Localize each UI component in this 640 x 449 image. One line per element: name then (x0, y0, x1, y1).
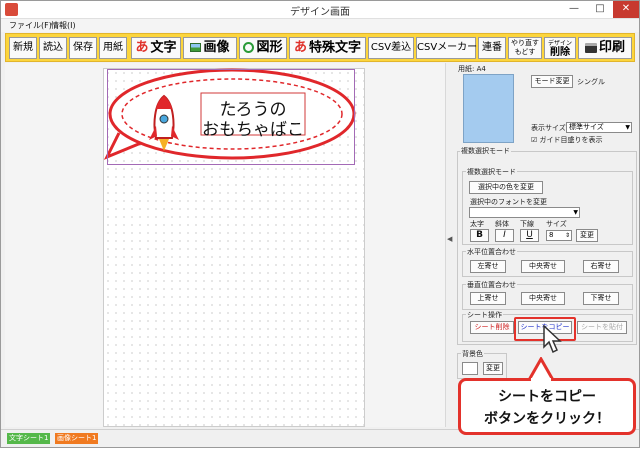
underline-button[interactable]: U (520, 229, 539, 242)
align-left-button[interactable]: 左寄せ (470, 260, 506, 273)
selection-frame (107, 69, 355, 165)
font-size-stepper[interactable]: 8 ⇕ (546, 230, 572, 241)
align-top-button[interactable]: 上寄せ (470, 292, 506, 305)
app-window: デザイン画面 — □ ✕ ファイル(F) 情報(I) 新規 読込 保存 用紙 あ… (0, 0, 640, 448)
font-change-button[interactable]: 変更 (576, 229, 598, 242)
chevron-down-icon: ▼ (625, 124, 630, 131)
mode-change-button[interactable]: モード変更 (531, 75, 573, 88)
sheet-tab-text[interactable]: 文字シート1 (7, 433, 51, 444)
align-bottom-button[interactable]: 下寄せ (583, 292, 619, 305)
stepper-arrows-icon[interactable]: ⇕ (565, 231, 570, 240)
vertical-scrollbar[interactable]: ◀ (445, 63, 455, 427)
font-change-label: 選択中のフォントを変更 (470, 198, 547, 206)
bg-color-swatch (462, 362, 478, 375)
sheet-tab-image[interactable]: 画像シート1 (55, 433, 99, 444)
multi-select-group-title: 複数選択モード (466, 167, 517, 177)
mouse-cursor-icon (543, 325, 562, 354)
align-right-button[interactable]: 右寄せ (583, 260, 619, 273)
underline-label: 下線 (520, 220, 534, 228)
bold-label: 太字 (470, 220, 484, 228)
italic-label: 斜体 (495, 220, 509, 228)
paper-thumbnail (463, 74, 514, 143)
sheet-ops-title: シート操作 (466, 310, 503, 320)
align-center-button[interactable]: 中央寄せ (521, 260, 565, 273)
align-middle-button[interactable]: 中央寄せ (521, 292, 565, 305)
sheet-delete-button[interactable]: シート削除 (470, 321, 514, 334)
multi-select-panel-title: 複数選択モード (460, 146, 511, 156)
mode-value: シングル (577, 78, 605, 86)
scroll-left-arrow-icon[interactable]: ◀ (447, 235, 452, 243)
guide-checkbox-label: ガイド目盛りを表示 (539, 136, 603, 144)
callout-line1: シートをコピー (498, 389, 596, 405)
display-size-value: 標準サイズ (569, 123, 604, 131)
sheet-paste-button[interactable]: シートを貼付 (577, 321, 627, 334)
instruction-callout: シートをコピー ボタンをクリック！ (458, 378, 636, 435)
guide-checkbox[interactable]: ☑ ガイド目盛りを表示 (531, 135, 603, 145)
v-align-title: 垂直位置合わせ (466, 280, 517, 290)
display-size-select[interactable]: 標準サイズ ▼ (566, 122, 632, 133)
bg-color-title: 背景色 (461, 349, 484, 359)
display-size-label: 表示サイズ (531, 124, 566, 132)
font-select[interactable]: ▼ (469, 207, 580, 218)
callout-line2: ボタンをクリック！ (484, 411, 610, 427)
bg-color-change-button[interactable]: 変更 (483, 362, 503, 375)
paper-size-label: 用紙: A4 (458, 65, 486, 73)
italic-button[interactable]: I (495, 229, 514, 242)
chevron-down-icon: ▼ (573, 209, 578, 216)
change-color-button[interactable]: 選択中の色を変更 (469, 181, 543, 194)
size-label: サイズ (546, 220, 567, 228)
font-size-value: 8 (549, 231, 554, 239)
callout-tail (527, 357, 555, 381)
paper-panel: 用紙: A4 モード変更 シングル 表示サイズ 標準サイズ ▼ ☑ ガイド目盛りを… (456, 63, 637, 145)
h-align-title: 水平位置合わせ (466, 247, 517, 257)
bold-button[interactable]: B (470, 229, 489, 242)
